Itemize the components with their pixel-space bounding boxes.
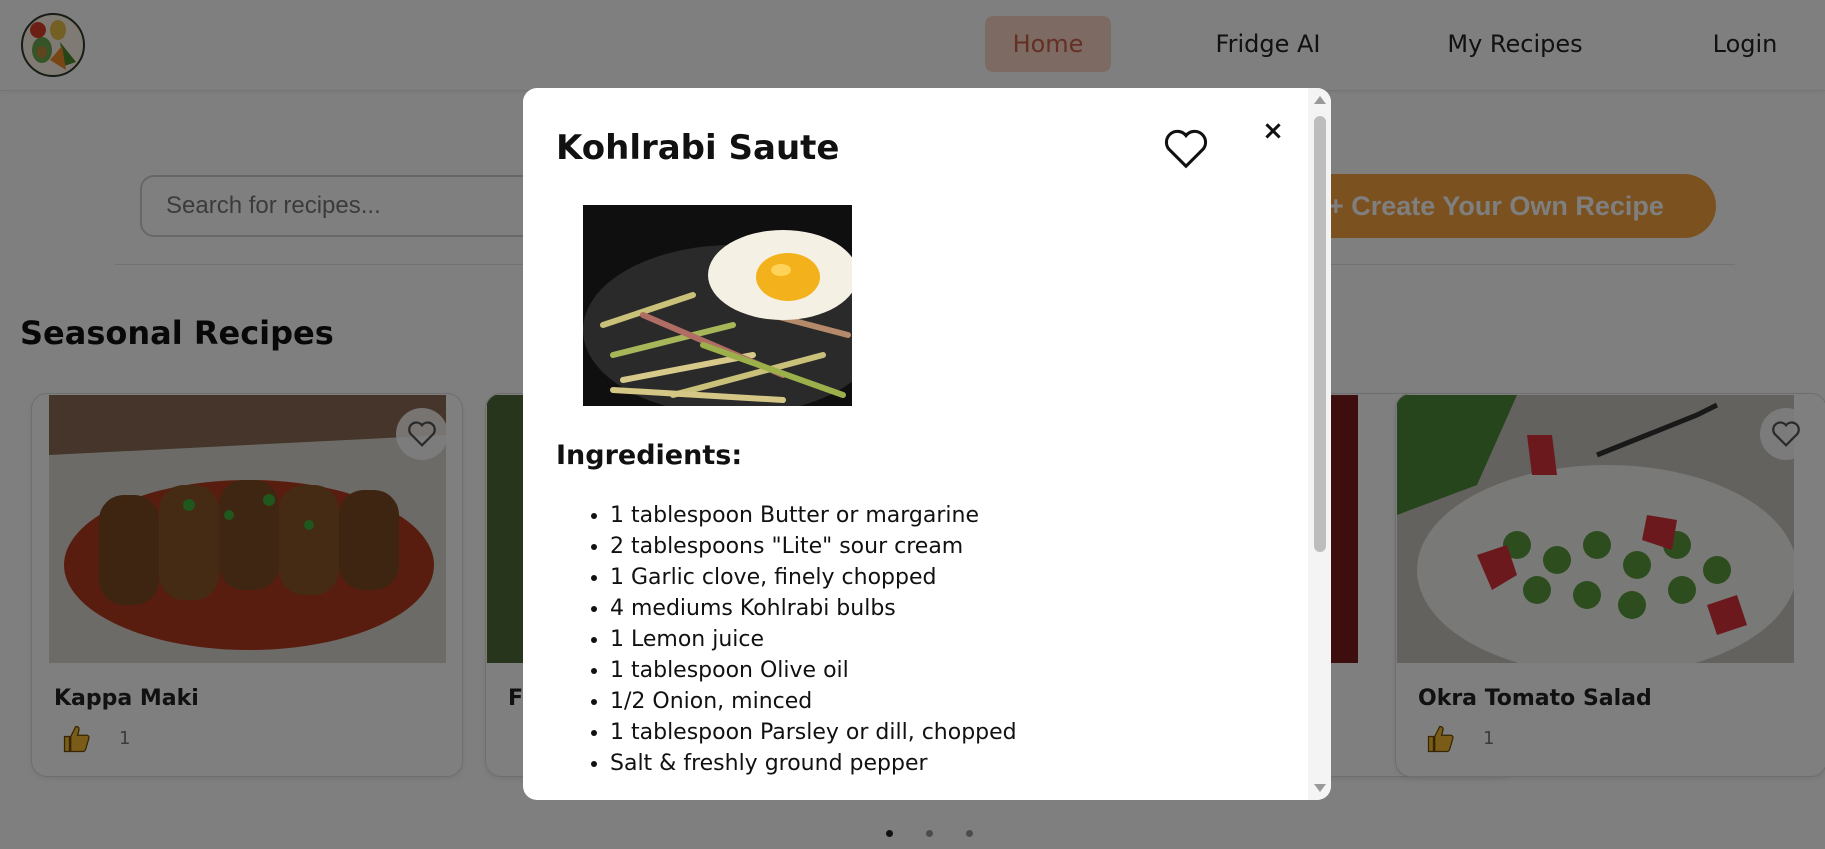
list-item: 1 Garlic clove, finely chopped (610, 562, 1017, 593)
scroll-up-arrow-icon[interactable] (1314, 96, 1326, 104)
list-item: 1 tablespoon Parsley or dill, chopped (610, 717, 1017, 748)
list-item: 1 tablespoon Butter or margarine (610, 500, 1017, 531)
list-item: 1 tablespoon Olive oil (610, 655, 1017, 686)
list-item: Salt & freshly ground pepper (610, 748, 1017, 779)
list-item: 2 tablespoons "Lite" sour cream (610, 531, 1017, 562)
recipe-photo (583, 205, 852, 406)
heart-icon[interactable] (1163, 126, 1209, 172)
recipe-modal: Kohlrabi Saute × Ingredients: 1 tablespo… (523, 88, 1331, 800)
list-item: 4 mediums Kohlrabi bulbs (610, 593, 1017, 624)
scroll-thumb[interactable] (1314, 116, 1326, 552)
list-item: 1/2 Onion, minced (610, 686, 1017, 717)
ingredients-list: 1 tablespoon Butter or margarine 2 table… (556, 500, 1017, 779)
modal-title: Kohlrabi Saute (556, 128, 840, 168)
scroll-down-arrow-icon[interactable] (1314, 784, 1326, 792)
list-item: 1 Lemon juice (610, 624, 1017, 655)
modal-scrollbar[interactable] (1308, 88, 1331, 800)
ingredients-heading: Ingredients: (556, 440, 743, 471)
close-icon[interactable]: × (1258, 116, 1288, 146)
